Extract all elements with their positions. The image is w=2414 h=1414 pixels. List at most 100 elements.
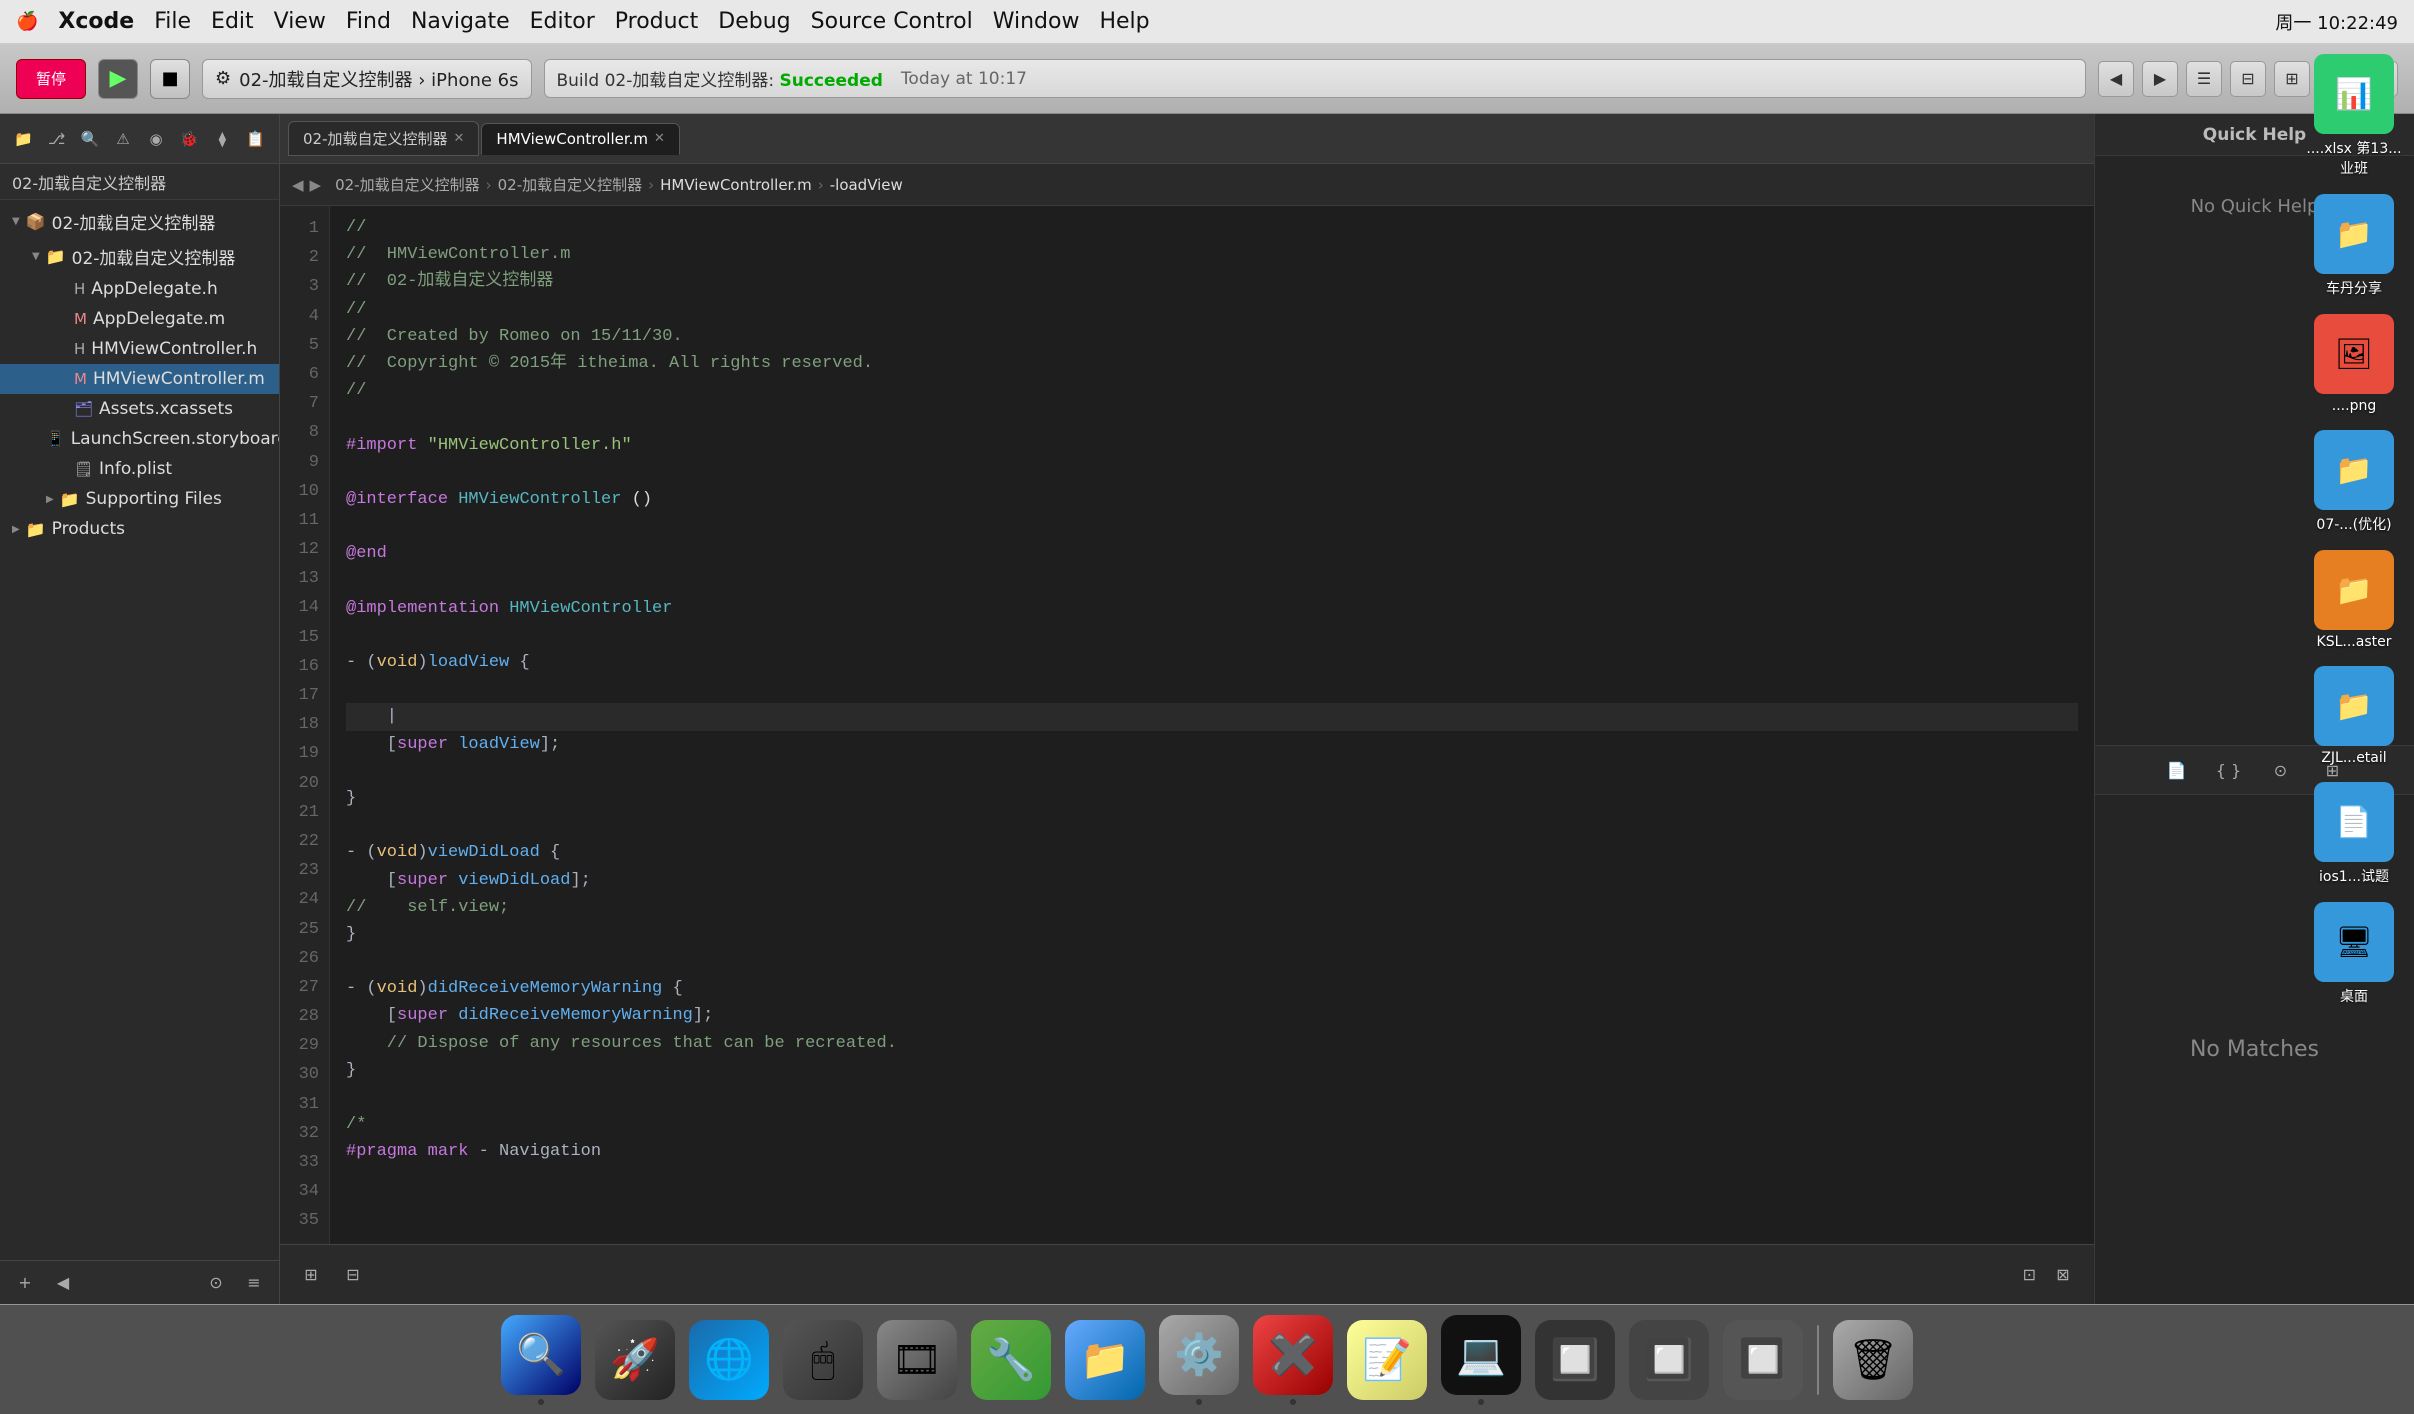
tree-file-appdelegateh[interactable]: H AppDelegate.h — [0, 274, 279, 304]
tab-file-close[interactable]: ✕ — [654, 131, 665, 146]
dock-launchpad[interactable]: 🚀 — [595, 1320, 675, 1400]
tab-project-close[interactable]: ✕ — [454, 131, 465, 146]
nav-report-icon[interactable]: 📋 — [242, 125, 269, 153]
dock-media[interactable]: 🎞 — [877, 1320, 957, 1400]
tree-group[interactable]: ▼ 📁 02-加载自定义控制器 — [0, 239, 279, 274]
nav-add-btn[interactable]: + — [10, 1268, 40, 1298]
bottom-shrink-btn[interactable]: ⊟ — [338, 1260, 368, 1290]
editor-breadcrumb: ◀ ▶ 02-加载自定义控制器 › 02-加载自定义控制器 › HMViewCo… — [280, 164, 2094, 206]
menu-window[interactable]: Window — [993, 9, 1080, 34]
prev-btn[interactable]: ◀ — [2098, 61, 2134, 97]
toolbar: 暂停 ▶ ■ ⚙ 02-加载自定义控制器 › iPhone 6s No Matc… — [0, 44, 2414, 114]
breadcrumb-next[interactable]: ▶ — [310, 176, 322, 194]
menu-editor[interactable]: Editor — [530, 9, 595, 34]
tree-file-assets[interactable]: 🗂 Assets.xcassets — [0, 394, 279, 424]
menu-debug[interactable]: Debug — [718, 9, 790, 34]
code-content[interactable]: // // HMViewController.m // 02-加载自定义控制器 … — [330, 206, 2094, 1244]
tree-file-hmviewcontrollerm[interactable]: M HMViewController.m — [0, 364, 279, 394]
scheme-selector[interactable]: ⚙ 02-加载自定义控制器 › iPhone 6s — [202, 59, 532, 99]
nav-warning-icon[interactable]: ⚠ — [109, 125, 136, 153]
desktop-icon-07opt[interactable]: 📁 07-...(优化) — [2314, 430, 2394, 534]
dock-notes[interactable]: 📝 — [1347, 1320, 1427, 1400]
desktop-icon-ksl[interactable]: 📁 KSL...aster — [2314, 550, 2394, 650]
menu-product[interactable]: Product — [615, 9, 699, 34]
desktop-icon-ios1[interactable]: 📄 ios1...试题 — [2314, 782, 2394, 886]
nav-folder-icon[interactable]: 📁 — [10, 125, 37, 153]
desktop-icon-chadan[interactable]: 📁 车丹分享 — [2314, 194, 2394, 298]
next-btn[interactable]: ▶ — [2142, 61, 2178, 97]
tree-file-hmviewcontrollerh[interactable]: H HMViewController.h — [0, 334, 279, 364]
build-label: No Matches Build 02-加载自定义控制器: Succeeded — [557, 66, 883, 91]
menu-edit[interactable]: Edit — [211, 9, 254, 34]
dock-mouse[interactable]: 🖱 — [783, 1320, 863, 1400]
pause-button[interactable]: 暂停 — [16, 59, 86, 99]
desktop-icons-area: 📊 ....xlsx 第13...业班 📁 车丹分享 🖼 ....png 📁 0… — [2294, 44, 2414, 1304]
nav-test-icon[interactable]: ◉ — [143, 125, 170, 153]
stop-button[interactable]: ■ — [150, 59, 190, 99]
debug-toggle[interactable]: ⊟ — [2230, 61, 2266, 97]
dock-window1[interactable]: 🔲 — [1535, 1320, 1615, 1400]
build-time: Today at 10:17 — [901, 69, 1027, 89]
menu-navigate[interactable]: Navigate — [411, 9, 510, 34]
tab-project[interactable]: 02-加载自定义控制器 ✕ — [288, 121, 479, 156]
menubar: 🍎 Xcode File Edit View Find Navigate Edi… — [0, 0, 2414, 44]
menu-source-control[interactable]: Source Control — [811, 9, 973, 34]
clock: 周一 10:22:49 — [2275, 9, 2398, 35]
qh-code-btn[interactable]: { } — [2213, 754, 2245, 786]
breadcrumb-prev[interactable]: ◀ — [292, 176, 304, 194]
tree-file-appdelegatem[interactable]: M AppDelegate.m — [0, 304, 279, 334]
desktop-icon-zjl[interactable]: 📁 ZJL...etail — [2314, 666, 2394, 766]
apple-menu[interactable]: 🍎 — [16, 11, 38, 32]
dock-window2[interactable]: 🔲 — [1629, 1320, 1709, 1400]
tab-project-label: 02-加载自定义控制器 — [303, 128, 448, 149]
breadcrumb-part3[interactable]: HMViewController.m — [660, 176, 812, 194]
file-tree[interactable]: ▼ 📦 02-加载自定义控制器 ▼ 📁 02-加载自定义控制器 H AppDel… — [0, 200, 279, 1260]
nav-search-icon[interactable]: 🔍 — [76, 125, 103, 153]
tree-file-infoplist[interactable]: 🗒 Info.plist — [0, 454, 279, 484]
dock-files[interactable]: 📁 — [1065, 1320, 1145, 1400]
dock-finder[interactable]: 🔍 — [501, 1315, 581, 1405]
content-area: 📁 ⎇ 🔍 ⚠ ◉ 🐞 ⧫ 📋 02-加载自定义控制器 ▼ 📦 02-加载自定义… — [0, 114, 2414, 1304]
desktop-icon-xlsx[interactable]: 📊 ....xlsx 第13...业班 — [2304, 54, 2404, 178]
qh-file-btn[interactable]: 📄 — [2161, 754, 2193, 786]
run-button[interactable]: ▶ — [98, 59, 138, 99]
menu-xcode[interactable]: Xcode — [58, 9, 134, 34]
menu-file[interactable]: File — [154, 9, 191, 34]
bottom-expand-btn[interactable]: ⊞ — [296, 1260, 326, 1290]
tree-folder-products[interactable]: ▶ 📁 Products — [0, 514, 279, 544]
menu-find[interactable]: Find — [346, 9, 391, 34]
nav-sort-btn[interactable]: ≡ — [239, 1268, 269, 1298]
dock-trash[interactable]: 🗑 — [1833, 1320, 1913, 1400]
nav-filter-btn[interactable]: ⊙ — [201, 1268, 231, 1298]
nav-debug-icon[interactable]: 🐞 — [176, 125, 203, 153]
qh-bookmark-btn[interactable]: ⊙ — [2265, 754, 2297, 786]
menu-view[interactable]: View — [274, 9, 326, 34]
scheme-icon: ⚙ — [215, 68, 231, 89]
bottom-line-col[interactable]: ⊡ — [2023, 1260, 2036, 1290]
dock-terminal[interactable]: 💻 — [1441, 1315, 1521, 1405]
dock-xmind[interactable]: ✖️ — [1253, 1315, 1333, 1405]
breadcrumb-part4[interactable]: -loadView — [830, 176, 903, 194]
nav-breadcrumb: 02-加载自定义控制器 — [0, 164, 279, 200]
dock-window3[interactable]: 🔲 — [1723, 1320, 1803, 1400]
tree-file-launchscreen[interactable]: 📱 LaunchScreen.storyboard — [0, 424, 279, 454]
code-editor[interactable]: 1 2 3 4 5 6 7 8 9 10 11 12 13 14 15 16 1… — [280, 206, 2094, 1244]
nav-vcs-icon[interactable]: ⎇ — [43, 125, 70, 153]
tree-root[interactable]: ▼ 📦 02-加载自定义控制器 — [0, 204, 279, 239]
tree-folder-supporting[interactable]: ▶ 📁 Supporting Files — [0, 484, 279, 514]
desktop-icon-desktop[interactable]: 🖥 桌面 — [2314, 902, 2394, 1006]
tab-hmviewcontroller[interactable]: HMViewController.m ✕ — [481, 123, 680, 155]
breadcrumb-part1[interactable]: 02-加载自定义控制器 — [335, 174, 480, 195]
nav-breakpoint-icon[interactable]: ⧫ — [209, 125, 236, 153]
menu-help[interactable]: Help — [1099, 9, 1149, 34]
editor-area: 02-加载自定义控制器 ✕ HMViewController.m ✕ ◀ ▶ 0… — [280, 114, 2094, 1304]
bottom-zoom[interactable]: ⊠ — [2048, 1260, 2078, 1290]
navigator-toggle[interactable]: ☰ — [2186, 61, 2222, 97]
dock-tools[interactable]: 🔧 — [971, 1320, 1051, 1400]
tab-bar: 02-加载自定义控制器 ✕ HMViewController.m ✕ — [280, 114, 2094, 164]
breadcrumb-part2[interactable]: 02-加载自定义控制器 — [498, 174, 643, 195]
desktop-icon-png1[interactable]: 🖼 ....png — [2314, 314, 2394, 414]
dock-safari[interactable]: 🌐 — [689, 1320, 769, 1400]
dock-system-prefs[interactable]: ⚙️ — [1159, 1315, 1239, 1405]
nav-back-btn[interactable]: ◀ — [48, 1268, 78, 1298]
